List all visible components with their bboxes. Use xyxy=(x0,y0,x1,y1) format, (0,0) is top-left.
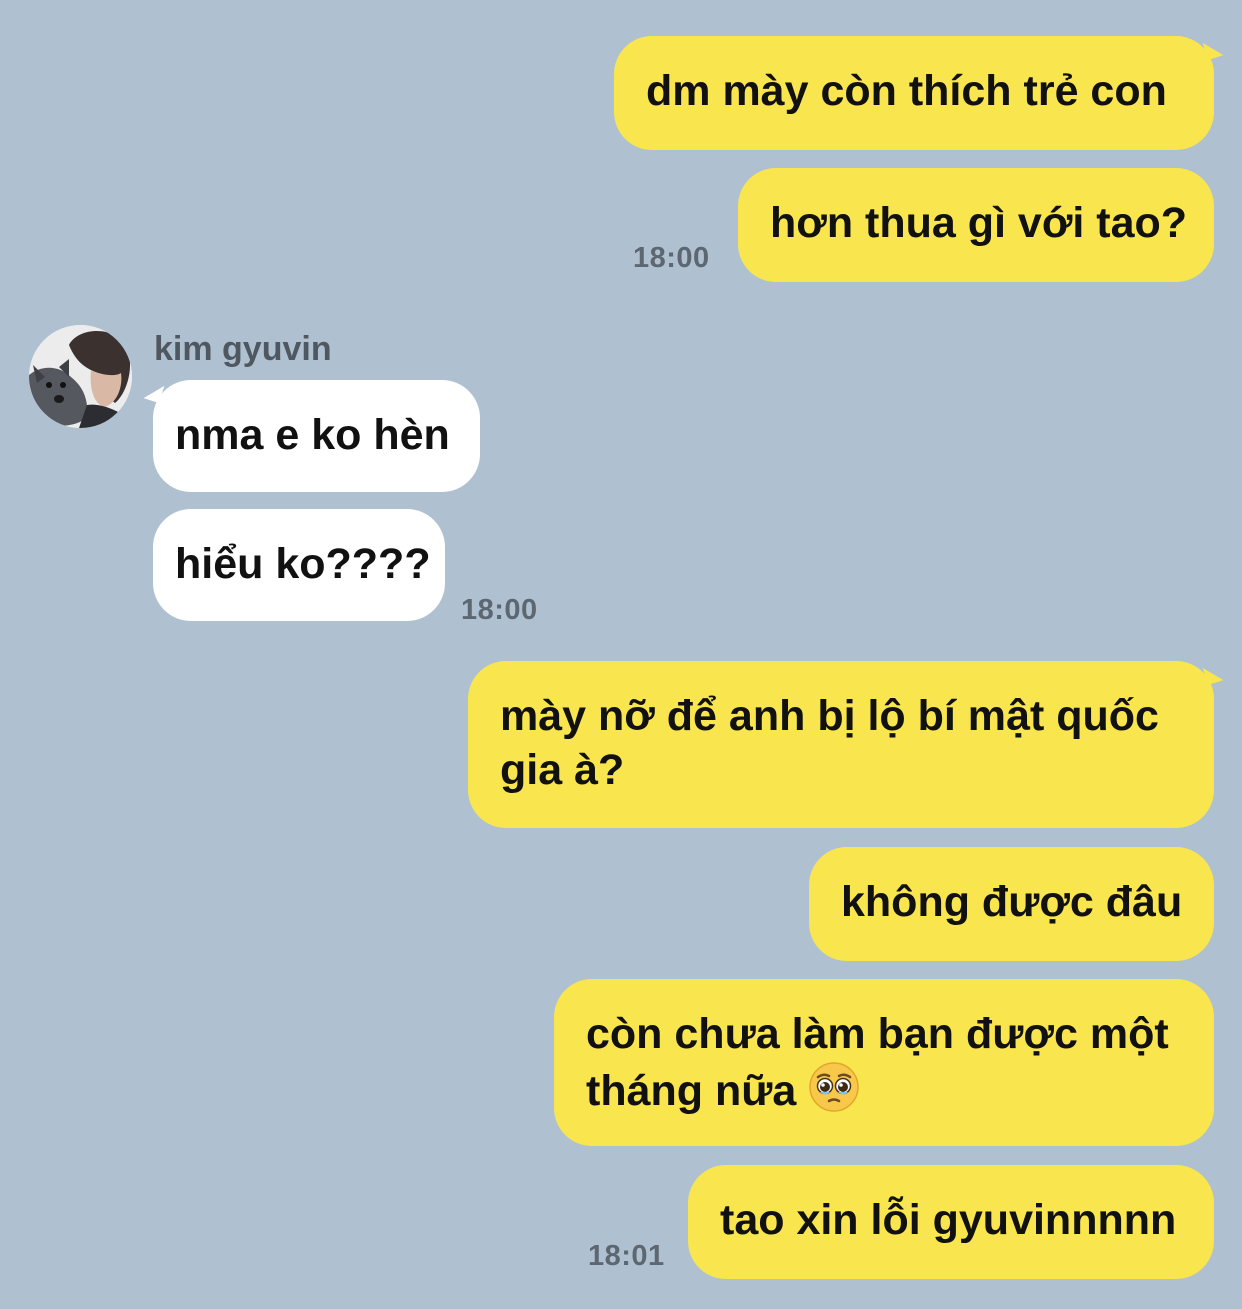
avatar-photo-person-with-dog-icon xyxy=(29,325,132,428)
message-text: dm mày còn thích trẻ con xyxy=(646,67,1167,115)
message-bubble-outgoing[interactable]: còn chưa làm bạn được một tháng nữa xyxy=(554,979,1214,1146)
message-text: còn chưa làm bạn được một tháng nữa xyxy=(586,1010,1169,1115)
message-text: nma e ko hèn xyxy=(175,411,450,459)
pleading-face-emoji-icon xyxy=(809,1062,859,1112)
message-timestamp: 18:01 xyxy=(588,1240,665,1272)
message-bubble-outgoing[interactable]: hơn thua gì với tao? xyxy=(738,168,1214,282)
message-text: tao xin lỗi gyuvinnnnn xyxy=(720,1196,1177,1244)
chat-conversation: dm mày còn thích trẻ con hơn thua gì với… xyxy=(0,0,1242,1309)
message-bubble-incoming[interactable]: hiểu ko???? xyxy=(153,509,445,621)
message-timestamp: 18:00 xyxy=(461,594,538,626)
message-bubble-outgoing[interactable]: tao xin lỗi gyuvinnnnn xyxy=(688,1165,1214,1279)
message-text: không được đâu xyxy=(841,878,1183,926)
message-bubble-outgoing[interactable]: dm mày còn thích trẻ con xyxy=(614,36,1214,150)
sender-name: kim gyuvin xyxy=(154,330,332,368)
message-bubble-outgoing[interactable]: mày nỡ để anh bị lộ bí mật quốc gia à? xyxy=(468,661,1214,828)
message-timestamp: 18:00 xyxy=(633,242,710,274)
message-text: hiểu ko???? xyxy=(175,540,431,588)
message-text: mày nỡ để anh bị lộ bí mật quốc gia à? xyxy=(500,692,1159,794)
message-bubble-incoming[interactable]: nma e ko hèn xyxy=(153,380,480,492)
message-bubble-outgoing[interactable]: không được đâu xyxy=(809,847,1214,961)
contact-avatar[interactable] xyxy=(29,325,132,428)
message-text: hơn thua gì với tao? xyxy=(770,199,1188,247)
